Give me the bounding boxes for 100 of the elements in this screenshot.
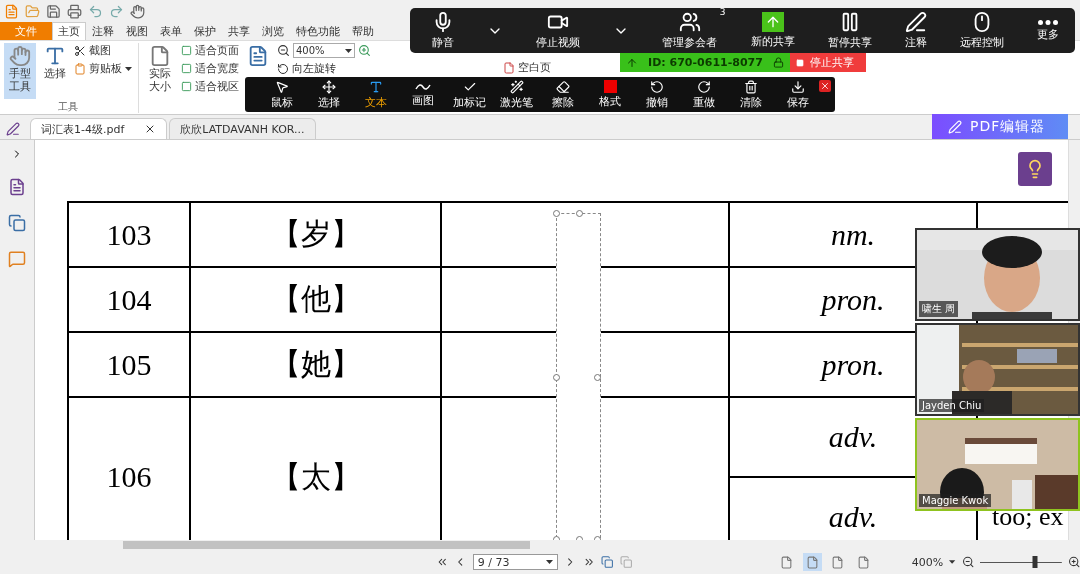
view-mode-button[interactable] <box>802 553 823 571</box>
hand-icon[interactable] <box>130 3 145 19</box>
pages-icon[interactable] <box>8 178 26 196</box>
menu-tab[interactable]: 帮助 <box>346 22 380 40</box>
zoom-out-icon[interactable] <box>277 44 290 57</box>
meeting-id-bar: ID: 670-0611-8077 <box>620 53 790 72</box>
document-tab[interactable]: 词汇表1-4级.pdf <box>30 118 168 139</box>
clipboard-icon <box>74 62 86 75</box>
save-icon[interactable] <box>46 3 61 19</box>
stop-share-button[interactable]: 停止共享 <box>790 53 866 72</box>
zoom-level: 400% <box>911 555 944 569</box>
lock-icon <box>773 57 784 68</box>
annotation-tool[interactable]: 格式 <box>586 80 634 109</box>
pointer-icon <box>275 79 290 94</box>
color-swatch-icon <box>603 80 617 93</box>
meeting-button[interactable]: 停止视频 <box>536 11 581 50</box>
caret-icon[interactable] <box>345 48 352 53</box>
pdf-editor-button[interactable]: PDF编辑器 <box>932 114 1068 139</box>
menu-tab[interactable]: 浏览 <box>256 22 290 40</box>
menu-tab[interactable]: 视图 <box>120 22 154 40</box>
actual-size-button[interactable]: 实际大小 <box>145 43 175 99</box>
participant-name: Maggie Kwok <box>919 494 992 507</box>
lightbulb-icon[interactable] <box>1018 152 1052 186</box>
scrollbar-thumb[interactable] <box>123 541 530 549</box>
participant-count: 3 <box>719 7 726 17</box>
page-icon <box>149 45 171 67</box>
fit-option-button[interactable]: 适合宽度 <box>181 61 239 76</box>
rotate-icon <box>277 62 289 75</box>
meeting-button[interactable]: 远程控制 <box>959 11 1004 50</box>
fit-option-button[interactable]: 适合页面 <box>181 43 239 58</box>
participant-name: Jayden Chiu <box>919 399 985 412</box>
trash-icon <box>743 79 758 94</box>
annotation-tool[interactable]: 保存 <box>774 79 821 110</box>
meeting-button[interactable]: 新的共享 <box>750 12 795 49</box>
page-icon[interactable] <box>601 555 614 569</box>
meeting-button[interactable]: 静音 <box>432 11 454 50</box>
pen-icon <box>948 119 962 134</box>
meeting-button[interactable]: 暂停共享 <box>827 11 872 50</box>
scissors-icon <box>74 44 86 57</box>
pen-icon <box>904 11 927 33</box>
page-field[interactable]: 9 / 73 <box>472 554 559 570</box>
annotation-tool[interactable]: 清除 <box>727 79 775 110</box>
table-cell: 103 <box>69 203 191 268</box>
redo-icon <box>696 79 711 94</box>
move-icon <box>322 79 337 94</box>
menu-tab[interactable]: 共享 <box>222 22 256 40</box>
annotation-tool[interactable]: 选择 <box>305 79 353 110</box>
slider-thumb[interactable] <box>1032 556 1038 568</box>
app-logo-icon <box>4 3 19 19</box>
fit-option-button[interactable]: 适合视区 <box>181 79 239 94</box>
zoom-out-icon[interactable] <box>961 555 974 569</box>
document-icon <box>247 45 269 67</box>
squiggle-icon <box>414 81 431 92</box>
save-icon <box>790 79 805 94</box>
layers-icon[interactable] <box>8 214 26 232</box>
zoom-in-icon[interactable] <box>1067 555 1080 569</box>
square-icon <box>181 63 192 74</box>
screenshot-button[interactable]: 截图 <box>74 43 132 58</box>
close-icon[interactable] <box>819 80 831 92</box>
select-tool-button[interactable]: 选择 <box>40 43 70 99</box>
share-icon <box>761 12 784 32</box>
comments-icon[interactable] <box>8 250 26 268</box>
table-cell: 【他】 <box>191 268 442 333</box>
arrow-icon <box>626 56 638 69</box>
more-icon <box>1038 19 1058 25</box>
annotation-tool[interactable]: 文本 <box>352 79 400 110</box>
annotation-tool[interactable]: 擦除 <box>539 79 587 110</box>
document-tab[interactable]: 欣欣LATDAVANH KOR... <box>169 118 316 139</box>
menu-tab[interactable]: 表单 <box>154 22 188 40</box>
page-icon <box>503 61 515 74</box>
square-icon <box>796 58 804 67</box>
menu-tab[interactable]: 特色功能 <box>290 22 346 40</box>
caret-icon[interactable] <box>125 66 132 71</box>
square-icon <box>181 81 192 92</box>
caret-icon[interactable] <box>546 560 554 564</box>
annotation-tool[interactable]: 画图 <box>399 81 447 108</box>
meeting-button[interactable]: 更多 <box>1037 19 1059 42</box>
caret-icon[interactable] <box>949 560 956 564</box>
hand-tool-button[interactable]: 手型工具 <box>4 43 36 99</box>
print-icon[interactable] <box>67 3 82 19</box>
annotation-tool[interactable]: 撤销 <box>633 79 681 110</box>
table-cell: 【她】 <box>191 333 442 398</box>
clipboard-button[interactable]: 剪贴板 <box>74 61 132 76</box>
annotation-tool[interactable]: 激光笔 <box>493 79 540 110</box>
annotation-tool[interactable]: 鼠标 <box>259 79 306 110</box>
text-box[interactable] <box>556 213 601 540</box>
menu-tab[interactable]: 保护 <box>188 22 222 40</box>
menu-tab[interactable]: 注释 <box>86 22 120 40</box>
table-cell: 【岁】 <box>191 203 442 268</box>
table-cell: 105 <box>69 333 191 398</box>
meeting-button[interactable]: 注释 <box>904 11 927 50</box>
menu-tab[interactable]: 主页 <box>52 22 86 40</box>
rotate-left-button[interactable]: 向左旋转 <box>277 61 371 76</box>
wand-icon <box>509 79 524 94</box>
blank-page-button[interactable]: 空白页 <box>503 60 551 75</box>
annotation-tool[interactable]: 加标记 <box>446 79 494 110</box>
text-icon <box>369 79 384 94</box>
participant-name: 啸生 周 <box>919 301 959 317</box>
zoom-field[interactable]: 400% <box>293 43 355 58</box>
annotation-tool[interactable]: 重做 <box>680 79 728 110</box>
